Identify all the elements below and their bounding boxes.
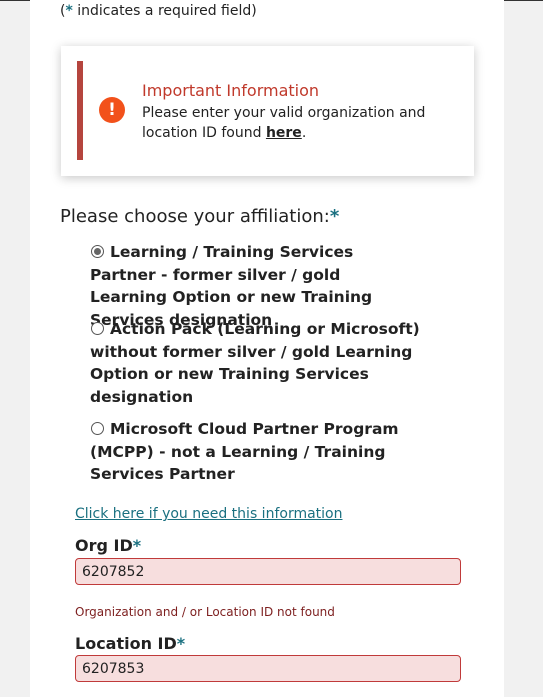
affiliation-label: Please choose your affiliation:* xyxy=(60,206,340,227)
exclamation-icon: ! xyxy=(99,97,125,123)
important-info-card: ! Important Information Please enter you… xyxy=(61,46,474,176)
location-id-input[interactable] xyxy=(75,655,461,682)
org-id-label: Org ID* xyxy=(75,536,142,555)
info-text: Please enter your valid organization and… xyxy=(142,105,426,141)
info-accent-bar xyxy=(77,61,83,160)
location-id-label: Location ID* xyxy=(75,634,186,653)
affiliation-option-2-label[interactable]: Action Pack (Learning or Microsoft) with… xyxy=(90,318,420,408)
info-here-link[interactable]: here xyxy=(266,125,302,141)
info-title: Important Information xyxy=(142,81,320,100)
org-id-error: Organization and / or Location ID not fo… xyxy=(75,605,335,619)
required-field-note: (* indicates a required field) xyxy=(60,3,257,19)
org-id-input[interactable] xyxy=(75,558,461,585)
affiliation-option-3-label[interactable]: Microsoft Cloud Partner Program (MCPP) -… xyxy=(90,418,420,486)
help-info-link[interactable]: Click here if you need this information xyxy=(75,506,342,522)
